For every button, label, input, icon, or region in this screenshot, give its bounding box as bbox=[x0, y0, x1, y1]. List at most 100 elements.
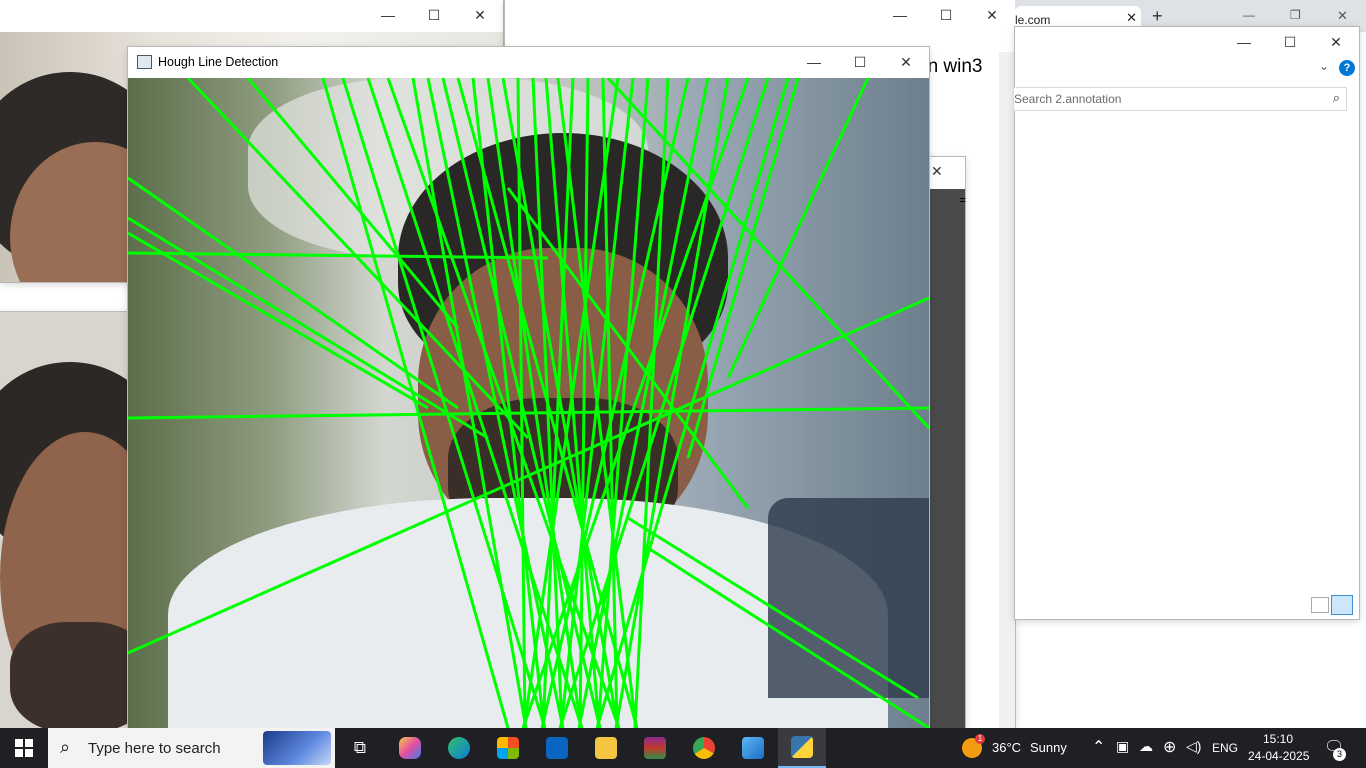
outlook-button[interactable] bbox=[533, 728, 581, 768]
clock-date[interactable]: 24-04-2025 bbox=[1248, 749, 1309, 763]
winrar-button[interactable] bbox=[631, 728, 679, 768]
notification-count: 3 bbox=[1333, 748, 1346, 761]
minimize-icon: — bbox=[1237, 34, 1251, 50]
search-icon[interactable]: ⌕ bbox=[1333, 90, 1340, 106]
file-explorer-button[interactable] bbox=[582, 728, 630, 768]
search-box[interactable]: Search 2.annotation ⌕ bbox=[1013, 87, 1347, 111]
close-icon: ✕ bbox=[986, 6, 998, 23]
weather-badge: 1 bbox=[975, 734, 985, 744]
meet-icon[interactable]: ▣ bbox=[1116, 738, 1129, 755]
browser-restore-icon[interactable]: ❐ bbox=[1290, 8, 1301, 22]
copilot-icon bbox=[399, 737, 421, 759]
face-photo-bottom bbox=[0, 312, 140, 728]
search-highlight-image bbox=[263, 731, 331, 765]
maximize-icon: ☐ bbox=[427, 6, 441, 23]
photos-button[interactable] bbox=[729, 728, 777, 768]
hough-window[interactable]: Hough Line Detection — ☐ ✕ bbox=[128, 47, 929, 728]
hough-line bbox=[647, 546, 929, 728]
hough-line bbox=[128, 216, 489, 440]
hough-caption: — ☐ ✕ bbox=[791, 47, 929, 77]
tab-close-icon[interactable]: ✕ bbox=[1126, 10, 1137, 26]
browser-tab-title: le.com bbox=[1015, 13, 1051, 27]
store-icon bbox=[497, 737, 519, 759]
search-icon: ⌕ bbox=[60, 737, 71, 757]
taskbar-search-box[interactable]: ⌕ Type here to search bbox=[48, 728, 335, 768]
back-window-left-caption: — ☐ ✕ bbox=[365, 0, 503, 30]
hough-line bbox=[246, 78, 460, 329]
explorer-minimize-button[interactable]: — bbox=[1221, 27, 1267, 57]
folder-icon bbox=[595, 737, 617, 759]
globe-icon[interactable]: ⊕ bbox=[1163, 737, 1176, 757]
hough-line bbox=[341, 78, 547, 728]
small-dialog-close[interactable]: ✕ bbox=[931, 163, 943, 180]
minimize-icon: — bbox=[893, 7, 907, 23]
task-view-button[interactable]: ⧉ bbox=[336, 728, 384, 768]
hough-line bbox=[614, 78, 730, 728]
edge-icon bbox=[448, 737, 470, 759]
window-title: Hough Line Detection bbox=[158, 55, 279, 69]
photos-icon bbox=[742, 737, 764, 759]
close-button[interactable]: ✕ bbox=[457, 0, 503, 30]
hough-close-button[interactable]: ✕ bbox=[883, 47, 929, 77]
maximize-icon: ☐ bbox=[939, 6, 953, 23]
explorer-close-button[interactable]: ✕ bbox=[1313, 27, 1359, 57]
help-icon[interactable]: ? bbox=[1339, 60, 1355, 76]
minimize-button[interactable]: — bbox=[365, 0, 411, 30]
taskbar-search-input[interactable]: Type here to search bbox=[88, 740, 221, 757]
hough-titlebar[interactable]: Hough Line Detection — ☐ ✕ bbox=[128, 47, 929, 78]
close-icon: ✕ bbox=[900, 53, 912, 70]
browser-close-icon[interactable]: ✕ bbox=[1337, 8, 1348, 24]
close-icon: ✕ bbox=[1330, 33, 1342, 50]
edge-button[interactable] bbox=[435, 728, 483, 768]
details-view-icon[interactable] bbox=[1311, 597, 1329, 613]
chevron-up-icon[interactable]: ⌃ bbox=[1092, 737, 1105, 757]
network-cloud-icon[interactable]: ☁ bbox=[1139, 738, 1153, 755]
hough-lines-overlay bbox=[128, 78, 929, 728]
store-button[interactable] bbox=[484, 728, 532, 768]
winrar-icon bbox=[644, 737, 666, 759]
scrollbar-track[interactable] bbox=[999, 52, 1015, 728]
minimize-button-2[interactable]: — bbox=[877, 0, 923, 30]
minimize-icon: — bbox=[807, 54, 821, 70]
back-window-left-bottom[interactable] bbox=[0, 312, 140, 728]
search-input[interactable]: Search 2.annotation bbox=[1014, 92, 1121, 106]
hough-line bbox=[321, 78, 510, 728]
back-window-center-caption: — ☐ ✕ bbox=[877, 0, 1015, 30]
copilot-button[interactable] bbox=[386, 728, 434, 768]
app-icon bbox=[137, 55, 152, 69]
new-tab-icon[interactable]: + bbox=[1152, 6, 1163, 27]
beard-shape bbox=[10, 622, 140, 728]
maximize-icon: ☐ bbox=[853, 53, 867, 70]
file-explorer-window[interactable]: — ☐ ✕ ⌄ ? Search 2.annotation ⌕ bbox=[1013, 27, 1359, 619]
maximize-button[interactable]: ☐ bbox=[411, 0, 457, 30]
explorer-maximize-button[interactable]: ☐ bbox=[1267, 27, 1313, 57]
hough-image bbox=[128, 78, 929, 728]
python-button[interactable] bbox=[778, 728, 826, 768]
start-button[interactable] bbox=[0, 728, 48, 768]
minimize-icon: — bbox=[381, 7, 395, 23]
chevron-down-icon[interactable]: ⌄ bbox=[1319, 59, 1329, 73]
windows-logo-icon bbox=[15, 739, 33, 757]
outlook-icon bbox=[546, 737, 568, 759]
taskbar: ⌕ Type here to search ⧉ 1 36°C Sunny ⌃ ▣… bbox=[0, 728, 1366, 768]
chrome-button[interactable] bbox=[680, 728, 728, 768]
hough-maximize-button[interactable]: ☐ bbox=[837, 47, 883, 77]
weather-desc[interactable]: Sunny bbox=[1030, 740, 1067, 755]
hough-line bbox=[606, 78, 929, 430]
maximize-icon: ☐ bbox=[1283, 33, 1297, 50]
hough-line bbox=[366, 78, 584, 728]
hough-line bbox=[128, 231, 429, 410]
small-dialog-char: = bbox=[959, 193, 967, 207]
chrome-icon bbox=[693, 737, 715, 759]
large-icons-view-icon[interactable] bbox=[1331, 595, 1353, 615]
maximize-button-2[interactable]: ☐ bbox=[923, 0, 969, 30]
hough-minimize-button[interactable]: — bbox=[791, 47, 837, 77]
hough-line bbox=[627, 516, 919, 700]
close-button-2[interactable]: ✕ bbox=[969, 0, 1015, 30]
weather-temp[interactable]: 36°C bbox=[992, 740, 1021, 755]
volume-icon[interactable]: ◁) bbox=[1186, 738, 1201, 755]
clock-time[interactable]: 15:10 bbox=[1263, 732, 1293, 746]
task-view-icon: ⧉ bbox=[353, 738, 367, 757]
browser-minimize-icon[interactable]: — bbox=[1243, 8, 1255, 22]
language-indicator[interactable]: ENG bbox=[1212, 741, 1238, 755]
